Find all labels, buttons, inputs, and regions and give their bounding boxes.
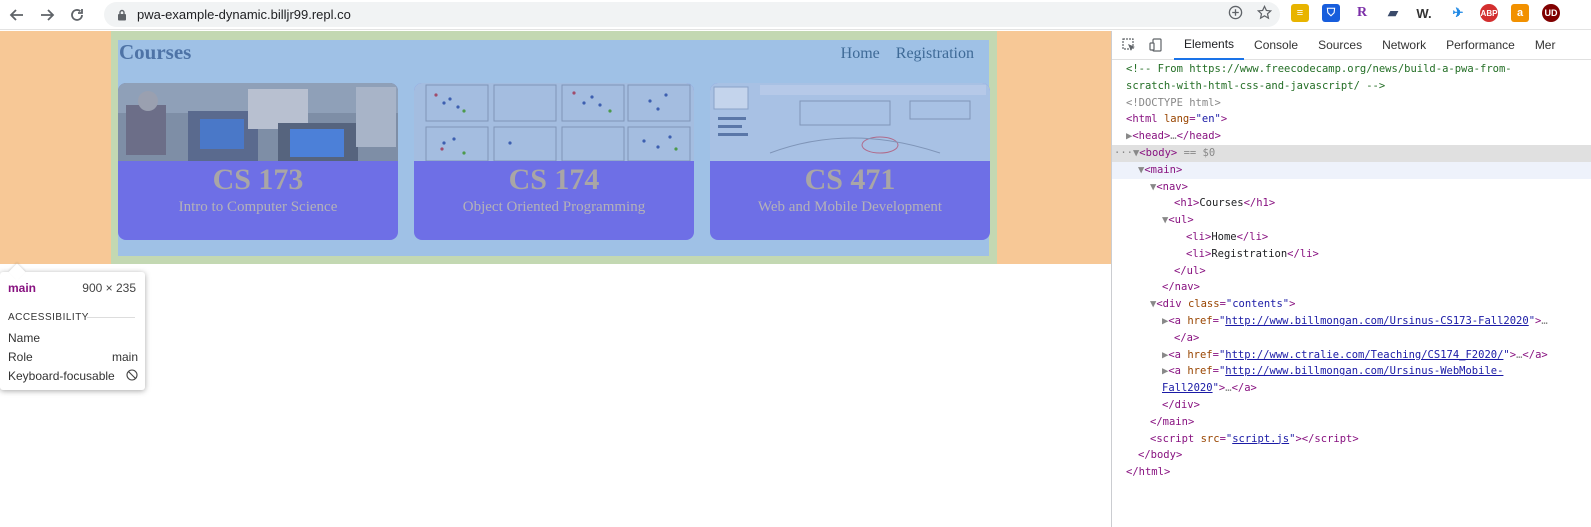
tooltip-row-keyboard: Keyboard-focusable bbox=[8, 369, 138, 384]
tab-performance[interactable]: Performance bbox=[1436, 31, 1525, 60]
dom-script-line[interactable]: <script src="script.js"></script> bbox=[1112, 431, 1591, 448]
devtools-tabbar: Elements Console Sources Network Perform… bbox=[1112, 31, 1591, 60]
course-card-cs173[interactable]: CS 173 Intro to Computer Science bbox=[118, 83, 398, 240]
course-code: CS 174 bbox=[508, 163, 600, 196]
extension-adblock-icon[interactable]: ABP bbox=[1480, 4, 1498, 22]
dom-anchor-close-line[interactable]: </a> bbox=[1112, 330, 1591, 347]
extension-amazon-icon[interactable]: a bbox=[1511, 4, 1529, 22]
tooltip-row-name: Name bbox=[8, 331, 41, 345]
dom-html-close-line[interactable]: </html> bbox=[1112, 464, 1591, 481]
url-text[interactable]: pwa-example-dynamic.billjr99.repl.co bbox=[137, 7, 351, 22]
tab-memory[interactable]: Mer bbox=[1525, 31, 1566, 60]
tooltip-arrow bbox=[8, 263, 26, 281]
inspect-element-icon[interactable] bbox=[1119, 35, 1139, 55]
dom-link-cs174[interactable]: http://www.ctralie.com/Teaching/CS174_F2… bbox=[1225, 349, 1503, 361]
course-code: CS 173 bbox=[212, 163, 304, 196]
course-name: Web and Mobile Development bbox=[757, 199, 943, 215]
dom-main-line[interactable]: ▼<main> bbox=[1112, 161, 1591, 179]
dom-body-close-line[interactable]: </body> bbox=[1112, 447, 1591, 464]
site-nav: Home Registration bbox=[841, 45, 974, 63]
forward-arrow-icon[interactable] bbox=[34, 2, 60, 28]
nav-home-link[interactable]: Home bbox=[841, 45, 880, 63]
devtools-panel: Elements Console Sources Network Perform… bbox=[1111, 31, 1591, 527]
dom-nav-close-line[interactable]: </nav> bbox=[1112, 279, 1591, 296]
dom-anchor-cont-line[interactable]: Fall2020">…</a> bbox=[1112, 380, 1591, 397]
diagram-thumbnail bbox=[710, 83, 990, 161]
lock-icon[interactable] bbox=[116, 9, 128, 21]
extension-w-icon[interactable]: W. bbox=[1415, 4, 1433, 22]
tab-sources[interactable]: Sources bbox=[1308, 31, 1372, 60]
dom-link-cs471[interactable]: http://www.billmongan.com/Ursinus-WebMob… bbox=[1225, 365, 1503, 377]
dom-head-line[interactable]: ▶<head>…</head> bbox=[1112, 128, 1591, 145]
back-arrow-icon[interactable] bbox=[4, 2, 30, 28]
extension-bitwarden-icon[interactable]: ⛉ bbox=[1322, 4, 1340, 22]
scatter-plot-thumbnail bbox=[414, 83, 694, 161]
dom-anchor-line[interactable]: ▶<a href="http://www.billmongan.com/Ursi… bbox=[1112, 363, 1591, 380]
page-title: Courses bbox=[119, 40, 192, 64]
dom-body-line[interactable]: ···▼<body> == $0 bbox=[1112, 144, 1591, 162]
tab-console[interactable]: Console bbox=[1244, 31, 1308, 60]
classroom-photo bbox=[118, 83, 398, 161]
dom-nav-line[interactable]: ▼<nav> bbox=[1112, 179, 1591, 196]
dom-ul-close-line[interactable]: </ul> bbox=[1112, 263, 1591, 280]
dom-li-line[interactable]: <li>Home</li> bbox=[1112, 229, 1591, 246]
dom-div-close-line[interactable]: </div> bbox=[1112, 397, 1591, 414]
device-toolbar-icon[interactable] bbox=[1146, 35, 1166, 55]
dom-tree: <!-- From https://www.freecodecamp.org/n… bbox=[1112, 61, 1591, 481]
dom-link-cs173[interactable]: http://www.billmongan.com/Ursinus-CS173-… bbox=[1225, 315, 1528, 327]
tab-elements[interactable]: Elements bbox=[1174, 31, 1245, 60]
tooltip-row-role: Role main bbox=[8, 350, 138, 364]
course-card-cs471[interactable]: CS 471 Web and Mobile Development bbox=[710, 83, 990, 240]
extension-screen-icon[interactable]: ▰ bbox=[1384, 4, 1402, 22]
dom-anchor-line[interactable]: ▶<a href="http://www.billmongan.com/Ursi… bbox=[1112, 313, 1591, 330]
dom-comment-line[interactable]: scratch-with-html-css-and-javascript/ --… bbox=[1112, 78, 1591, 95]
tooltip-section-heading: ACCESSIBILITY bbox=[8, 312, 89, 323]
page-viewport: Courses Home Registration CS 173 Intro t… bbox=[0, 31, 1111, 527]
tooltip-tag-name: main bbox=[8, 281, 37, 295]
course-code: CS 471 bbox=[804, 163, 896, 196]
address-bar[interactable]: pwa-example-dynamic.billjr99.repl.co bbox=[104, 2, 1280, 27]
star-icon[interactable] bbox=[1256, 4, 1273, 24]
dom-h1-line[interactable]: <h1>Courses</h1> bbox=[1112, 195, 1591, 212]
extension-r-icon[interactable]: R bbox=[1353, 4, 1371, 22]
reload-icon[interactable] bbox=[64, 2, 90, 28]
dom-li-line[interactable]: <li>Registration</li> bbox=[1112, 246, 1591, 263]
browser-toolbar: pwa-example-dynamic.billjr99.repl.co ≡ ⛉… bbox=[0, 0, 1591, 30]
extension-ublock-icon[interactable]: UD bbox=[1542, 4, 1560, 22]
inspector-tooltip: main 900 × 235 ACCESSIBILITY Name Role m… bbox=[0, 263, 145, 390]
dom-comment-line[interactable]: <!-- From https://www.freecodecamp.org/n… bbox=[1112, 61, 1591, 78]
dom-doctype-line[interactable]: <!DOCTYPE html> bbox=[1112, 95, 1591, 112]
extension-notes-icon[interactable]: ≡ bbox=[1291, 4, 1309, 22]
course-name: Intro to Computer Science bbox=[178, 199, 338, 215]
course-name: Object Oriented Programming bbox=[462, 199, 646, 215]
dom-anchor-line[interactable]: ▶<a href="http://www.ctralie.com/Teachin… bbox=[1112, 347, 1591, 364]
dom-ul-line[interactable]: ▼<ul> bbox=[1112, 212, 1591, 229]
nav-registration-link[interactable]: Registration bbox=[896, 45, 974, 63]
dom-html-line[interactable]: <html lang="en"> bbox=[1112, 111, 1591, 128]
course-card-cs174[interactable]: CS 174 Object Oriented Programming bbox=[414, 83, 694, 240]
extension-cloud-icon[interactable]: ✈ bbox=[1449, 4, 1467, 22]
dom-main-close-line[interactable]: </main> bbox=[1112, 414, 1591, 431]
add-to-home-icon[interactable] bbox=[1228, 5, 1243, 24]
tab-network[interactable]: Network bbox=[1372, 31, 1436, 60]
not-focusable-icon bbox=[126, 369, 138, 384]
tooltip-divider bbox=[87, 317, 135, 318]
dom-div-line[interactable]: ▼<div class="contents"> bbox=[1112, 296, 1591, 313]
tooltip-size: 900 × 235 bbox=[82, 281, 136, 295]
